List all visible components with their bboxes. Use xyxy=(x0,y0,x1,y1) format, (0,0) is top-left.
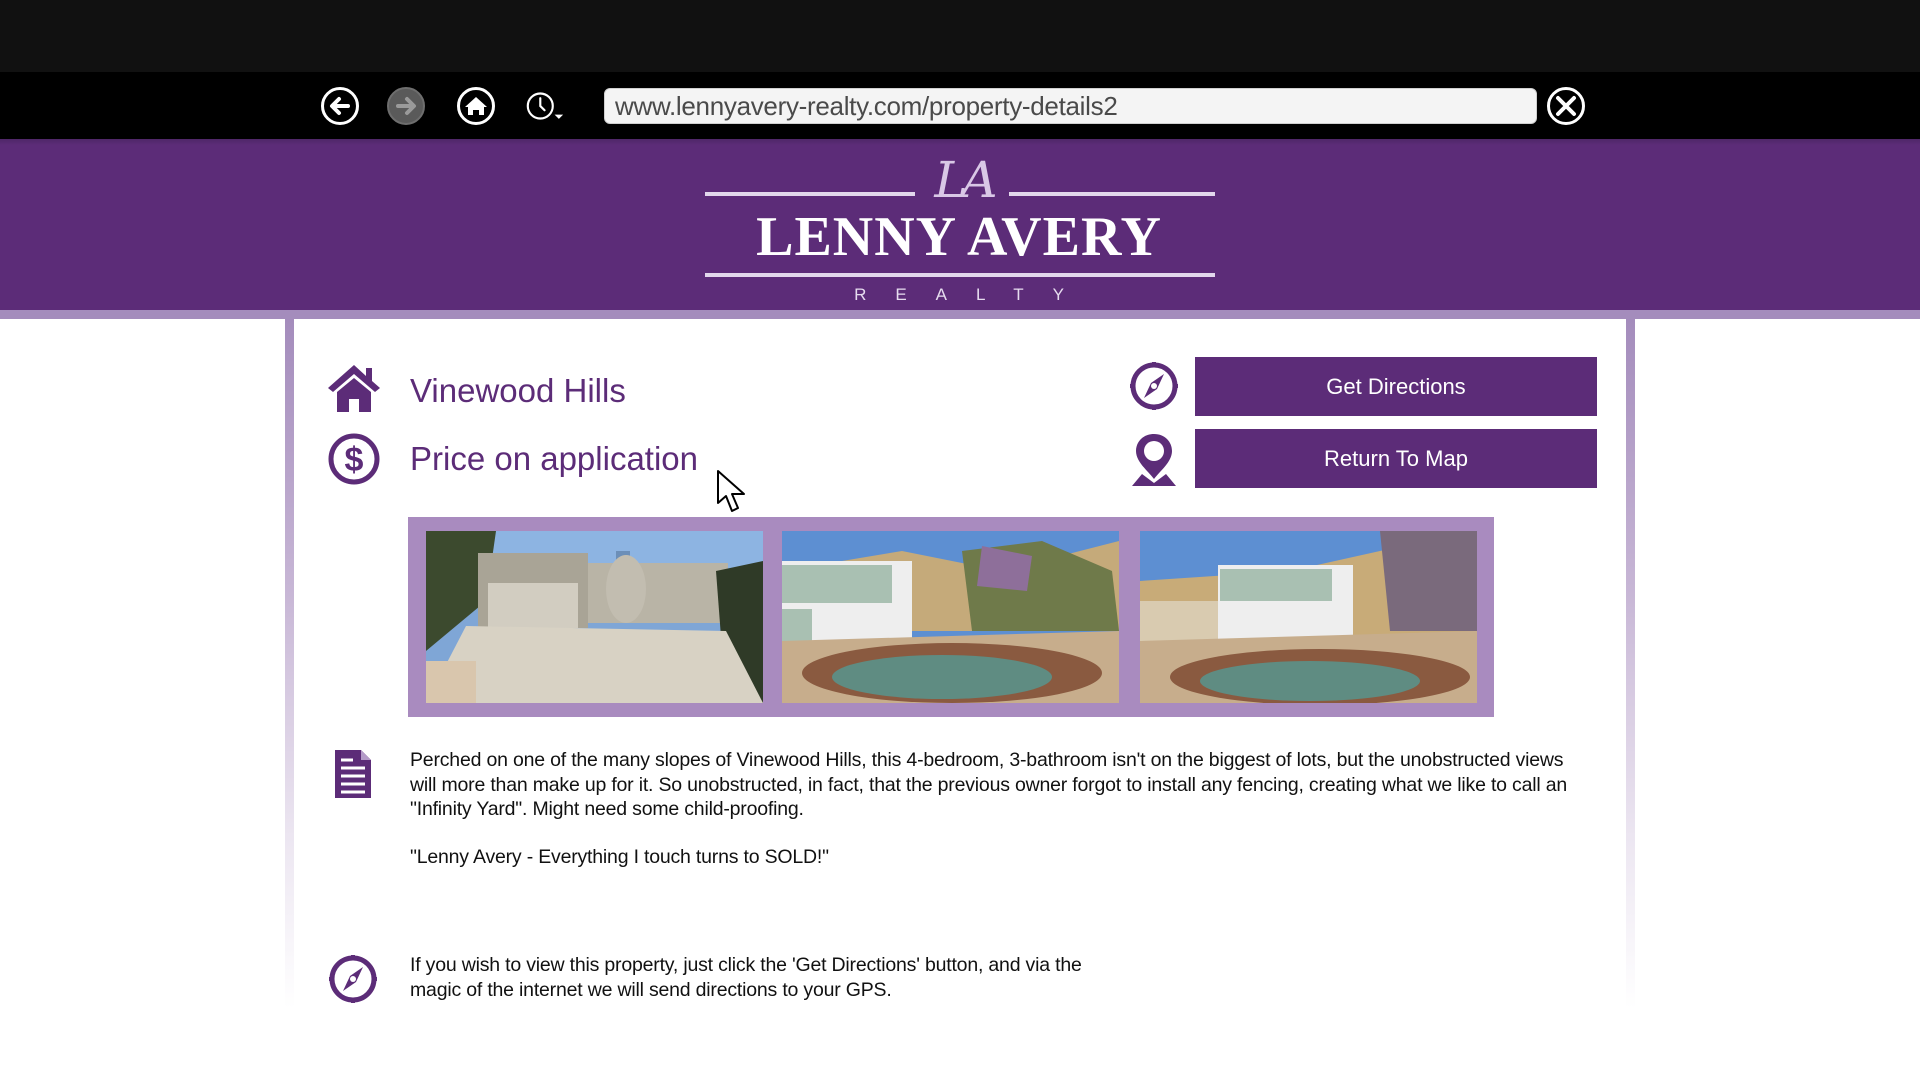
forward-button[interactable] xyxy=(386,86,426,126)
compass-icon xyxy=(327,953,379,1005)
gallery-image[interactable] xyxy=(1140,531,1477,703)
map-pin-icon xyxy=(1128,431,1180,487)
dollar-icon: $ xyxy=(328,433,380,485)
logo-rule xyxy=(1009,192,1215,196)
document-icon xyxy=(333,748,373,800)
history-icon xyxy=(526,92,564,120)
compass-icon xyxy=(1128,360,1180,412)
url-bar[interactable]: www.lennyavery-realty.com/property-detai… xyxy=(604,88,1537,124)
agent-slogan: "Lenny Avery - Everything I touch turns … xyxy=(410,846,829,868)
property-location: Vinewood Hills xyxy=(410,372,626,409)
home-button[interactable] xyxy=(456,86,496,126)
logo-monogram: LA xyxy=(934,151,997,209)
forward-icon xyxy=(387,87,425,125)
photo-gallery xyxy=(408,517,1494,717)
site-header: LA LENNY AVERY REALTY xyxy=(0,139,1920,310)
browser-toolbar: www.lennyavery-realty.com/property-detai… xyxy=(0,72,1920,139)
history-button[interactable] xyxy=(526,86,582,126)
top-strip xyxy=(0,0,1920,72)
brand-logo[interactable]: LA LENNY AVERY REALTY xyxy=(703,149,1215,309)
logo-subtitle: REALTY xyxy=(854,285,1093,304)
directions-info: If you wish to view this property, just … xyxy=(410,954,1082,1001)
close-icon xyxy=(1547,87,1585,125)
close-button[interactable] xyxy=(1546,86,1586,126)
logo-rule xyxy=(705,192,915,196)
back-icon xyxy=(321,87,359,125)
gallery-image[interactable] xyxy=(426,531,763,703)
svg-text:$: $ xyxy=(345,441,364,479)
mouse-cursor-icon xyxy=(716,469,748,515)
logo-rule xyxy=(705,273,1215,277)
property-price: Price on application xyxy=(410,440,699,477)
header-stripe xyxy=(0,310,1920,319)
property-description: Perched on one of the many slopes of Vin… xyxy=(410,749,1567,820)
house-icon xyxy=(326,362,382,414)
panel-border-left xyxy=(285,319,294,1009)
gallery-image[interactable] xyxy=(782,531,1119,703)
home-icon xyxy=(457,87,495,125)
logo-brand-name: LENNY AVERY xyxy=(756,206,1162,268)
get-directions-button[interactable]: Get Directions xyxy=(1195,357,1597,416)
panel-border-right xyxy=(1626,319,1635,1009)
return-to-map-button[interactable]: Return To Map xyxy=(1195,429,1597,488)
back-button[interactable] xyxy=(320,86,360,126)
